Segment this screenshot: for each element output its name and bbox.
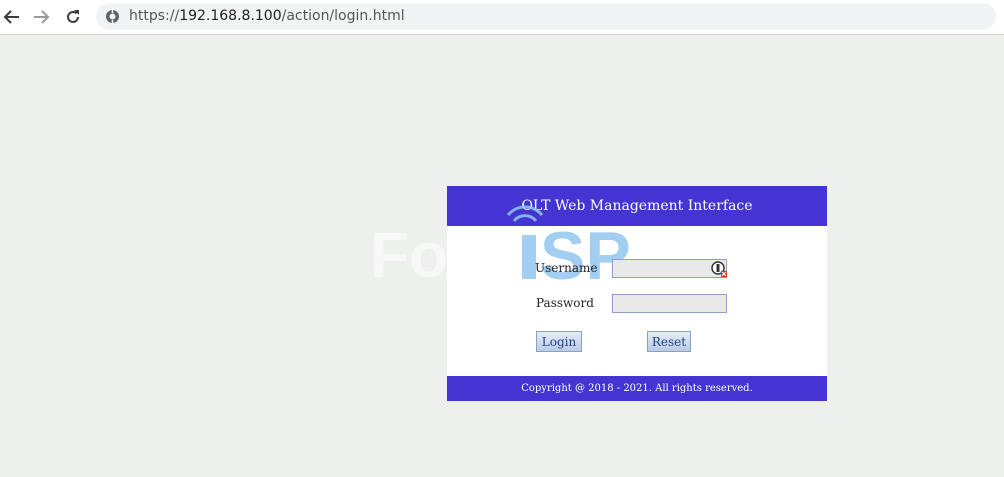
reload-button[interactable] (61, 5, 85, 29)
forward-arrow-icon (34, 10, 50, 24)
back-arrow-icon (3, 10, 19, 24)
username-label: Username (535, 261, 598, 275)
login-title: OLT Web Management Interface (447, 186, 827, 226)
url-host: 192.168.8.100 (179, 8, 282, 24)
password-input[interactable] (612, 294, 727, 313)
password-manager-icon[interactable] (710, 260, 728, 278)
reset-button[interactable]: Reset (647, 331, 691, 352)
reload-icon (67, 10, 79, 23)
login-button[interactable]: Login (536, 331, 582, 352)
forward-button[interactable] (29, 5, 53, 29)
browser-toolbar: https://192.168.8.100/action/login.html (0, 0, 1004, 35)
back-button[interactable] (0, 5, 24, 29)
site-info-icon[interactable] (105, 9, 120, 24)
url-text: https://192.168.8.100/action/login.html (129, 7, 405, 25)
url-path: /action/login.html (281, 8, 405, 24)
url-prefix: https:// (129, 8, 180, 24)
copyright-text: Copyright @ 2018 - 2021. All rights rese… (447, 376, 827, 401)
password-label: Password (536, 296, 594, 310)
address-bar[interactable]: https://192.168.8.100/action/login.html (96, 3, 996, 30)
